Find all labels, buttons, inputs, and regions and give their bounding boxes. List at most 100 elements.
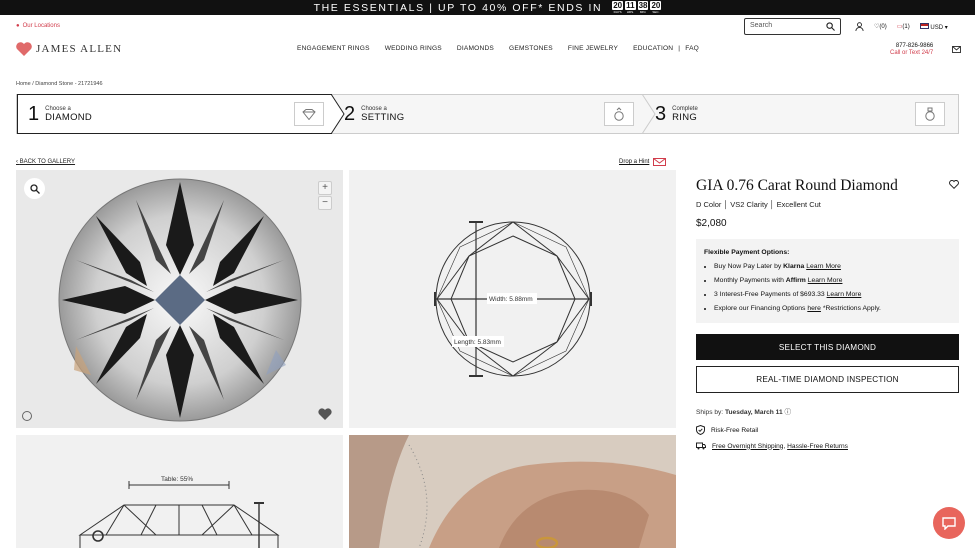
financing-option: Buy Now Pay Later by Klarna Learn More	[714, 260, 951, 274]
learn-more-link[interactable]: Learn More	[827, 291, 862, 298]
info-icon[interactable]: ⓘ	[784, 409, 791, 416]
spec-color: D Color	[696, 200, 722, 209]
header-icons: ♡(0) ▭(1) USD ▾	[855, 22, 948, 31]
fin-text: Explore our Financing Options	[714, 305, 808, 312]
countdown-hrs-label: HRS.	[626, 10, 634, 14]
step-big-label: RING	[672, 111, 698, 123]
countdown-sec: 20	[650, 1, 662, 10]
breadcrumb[interactable]: Home / Diamond Stone - 21721946	[16, 81, 103, 87]
countdown: 20 DAYS 11 HRS. 38 MIN. 20 SEC.	[612, 1, 662, 14]
site-logo[interactable]: JAMES ALLEN	[15, 41, 122, 57]
learn-more-link[interactable]: Learn More	[808, 277, 843, 284]
product-price: $2,080	[696, 218, 727, 229]
step-number: 1	[28, 102, 40, 125]
step-ring[interactable]: 3 Complete RING	[655, 95, 960, 133]
width-label: Width: 5.88mm	[489, 296, 533, 303]
fin-text: Monthly Payments with	[714, 277, 786, 284]
free-returns-link[interactable]: Hassle-Free Returns	[787, 443, 848, 450]
cart-count: (1)	[902, 24, 910, 30]
site-header: ● Our Locations JAMES ALLEN ENGAGEMENT R…	[0, 15, 975, 85]
financing-here-link[interactable]: here	[807, 305, 821, 312]
magnifier-icon	[29, 183, 40, 194]
fin-text: Buy Now Pay Later by	[714, 263, 784, 270]
step-diamond[interactable]: 1 Choose a DIAMOND	[17, 94, 332, 134]
drop-hint-link[interactable]: Drop a Hint	[619, 158, 667, 166]
diamond-360-image[interactable]: + −	[16, 170, 343, 428]
step-setting[interactable]: 2 Choose a SETTING	[344, 95, 649, 133]
diamond-icon	[294, 102, 324, 126]
fin-restrictions: *Restrictions Apply.	[820, 305, 881, 312]
countdown-days: 20	[612, 1, 624, 10]
contact-phone[interactable]: 877-826-9866 Call or Text 24/7	[890, 43, 933, 57]
financing-box: Flexible Payment Options: Buy Now Pay La…	[696, 239, 959, 323]
step-arrow	[331, 94, 345, 134]
call-text-label: Call or Text 24/7	[890, 50, 934, 56]
location-pin-icon: ●	[16, 23, 20, 29]
wishlist-heart-icon[interactable]	[949, 180, 959, 189]
diamond-dimensions-diagram[interactable]: Width: 5.88mm Length: 5.83mm	[349, 170, 676, 428]
promo-banner[interactable]: THE ESSENTIALS | UP TO 40% OFF* ENDS IN …	[0, 0, 975, 15]
zoom-in-button[interactable]: +	[318, 181, 332, 195]
diamond-photo	[58, 178, 302, 422]
learn-more-link[interactable]: Learn More	[806, 263, 841, 270]
chat-button[interactable]	[933, 507, 965, 539]
nav-wedding-rings[interactable]: WEDDING RINGS	[385, 45, 442, 52]
ships-label: Ships by:	[696, 409, 725, 416]
mail-icon[interactable]	[952, 46, 961, 53]
ring-builder-steps: 1 Choose a DIAMOND 2 Choose a SETTING 3 Co…	[16, 94, 959, 134]
nav-gemstones[interactable]: GEMSTONES	[509, 45, 553, 52]
financing-option: Monthly Payments with Affirm Learn More	[714, 274, 951, 288]
countdown-min: 38	[637, 1, 649, 10]
currency-selector[interactable]: USD ▾	[919, 22, 948, 31]
ships-by: Ships by: Tuesday, March 11 ⓘ	[696, 406, 959, 416]
back-to-gallery-link[interactable]: ‹ BACK TO GALLERY	[16, 159, 75, 165]
free-shipping-link[interactable]: Free Overnight Shipping	[712, 443, 783, 450]
countdown-min-label: MIN.	[639, 10, 647, 14]
countdown-hrs: 11	[625, 1, 636, 10]
countdown-sec-label: SEC.	[652, 10, 660, 14]
nav-fine-jewelry[interactable]: FINE JEWELRY	[568, 45, 618, 52]
wishlist-count: (0)	[879, 24, 887, 30]
heart-logo-icon	[16, 42, 32, 56]
zoom-button[interactable]	[24, 178, 45, 199]
search-input[interactable]: Search	[744, 18, 841, 35]
locations-label: Our Locations	[22, 23, 60, 29]
financing-title: Flexible Payment Options:	[704, 249, 790, 256]
diamond-profile-diagram[interactable]: Table: 55%	[16, 435, 343, 548]
countdown-days-label: DAYS	[613, 10, 622, 14]
main-nav: ENGAGEMENT RINGS WEDDING RINGS DIAMONDS …	[297, 45, 699, 52]
shield-check-icon	[696, 425, 705, 435]
spec-clarity: VS2 Clarity	[730, 200, 768, 209]
rotate-360-icon[interactable]	[21, 410, 33, 422]
back-label: BACK TO GALLERY	[19, 159, 76, 165]
step-number: 2	[344, 102, 356, 125]
hand-photo	[349, 435, 676, 548]
side-view-diagram: Table: 55%	[78, 476, 280, 548]
financing-option: 3 Interest-Free Payments of $693.33 Lear…	[714, 288, 951, 302]
risk-free-perk: Risk-Free Retail	[696, 425, 959, 435]
step-arrow	[642, 94, 656, 134]
nav-education[interactable]: EDUCATION	[633, 45, 673, 52]
search-icon[interactable]	[826, 22, 835, 31]
chat-bubble-icon	[942, 516, 956, 530]
account-icon[interactable]	[855, 22, 864, 31]
table-label: Table: 55%	[161, 476, 193, 483]
zoom-out-button[interactable]: −	[318, 196, 332, 210]
nav-engagement-rings[interactable]: ENGAGEMENT RINGS	[297, 45, 370, 52]
financing-option: Explore our Financing Options here *Rest…	[714, 302, 951, 316]
fin-brand: Klarna	[783, 263, 805, 270]
diamond-on-hand-image[interactable]	[349, 435, 676, 548]
step-small-label: Complete	[672, 105, 698, 112]
our-locations-link[interactable]: ● Our Locations	[16, 23, 60, 29]
product-title: GIA 0.76 Carat Round Diamond	[696, 177, 898, 194]
diamond-inspection-button[interactable]: REAL-TIME DIAMOND INSPECTION	[696, 366, 959, 393]
wishlist-button[interactable]: ♡(0)	[874, 23, 887, 30]
nav-diamonds[interactable]: DIAMONDS	[457, 45, 494, 52]
nav-faq[interactable]: FAQ	[685, 45, 699, 52]
promo-text: THE ESSENTIALS | UP TO 40% OFF* ENDS IN	[313, 1, 603, 14]
select-diamond-button[interactable]: SELECT THIS DIAMOND	[696, 334, 959, 360]
cart-button[interactable]: ▭(1)	[897, 23, 910, 30]
step-big-label: SETTING	[361, 111, 405, 123]
ships-date: Tuesday, March 11	[724, 409, 783, 416]
hint-label: Drop a Hint	[619, 159, 650, 165]
